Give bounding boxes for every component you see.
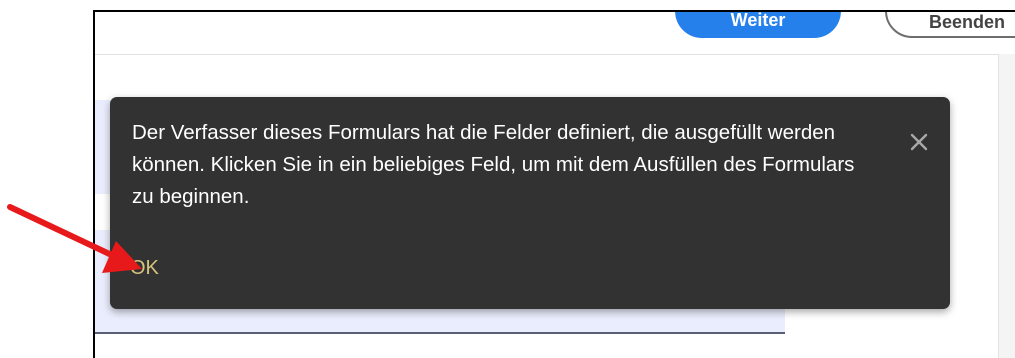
- close-icon[interactable]: [904, 127, 934, 157]
- red-arrow-annotation: [7, 204, 142, 273]
- primary-action-button[interactable]: Weiter: [675, 12, 841, 38]
- right-scroll-panel[interactable]: [998, 54, 1015, 358]
- toolbar: Weiter Beenden: [95, 12, 1015, 55]
- form-fill-tooltip: Der Verfasser dieses Formulars hat die F…: [110, 97, 950, 309]
- tooltip-message: Der Verfasser dieses Formulars hat die F…: [132, 121, 855, 208]
- secondary-action-button[interactable]: Beenden: [885, 12, 1015, 38]
